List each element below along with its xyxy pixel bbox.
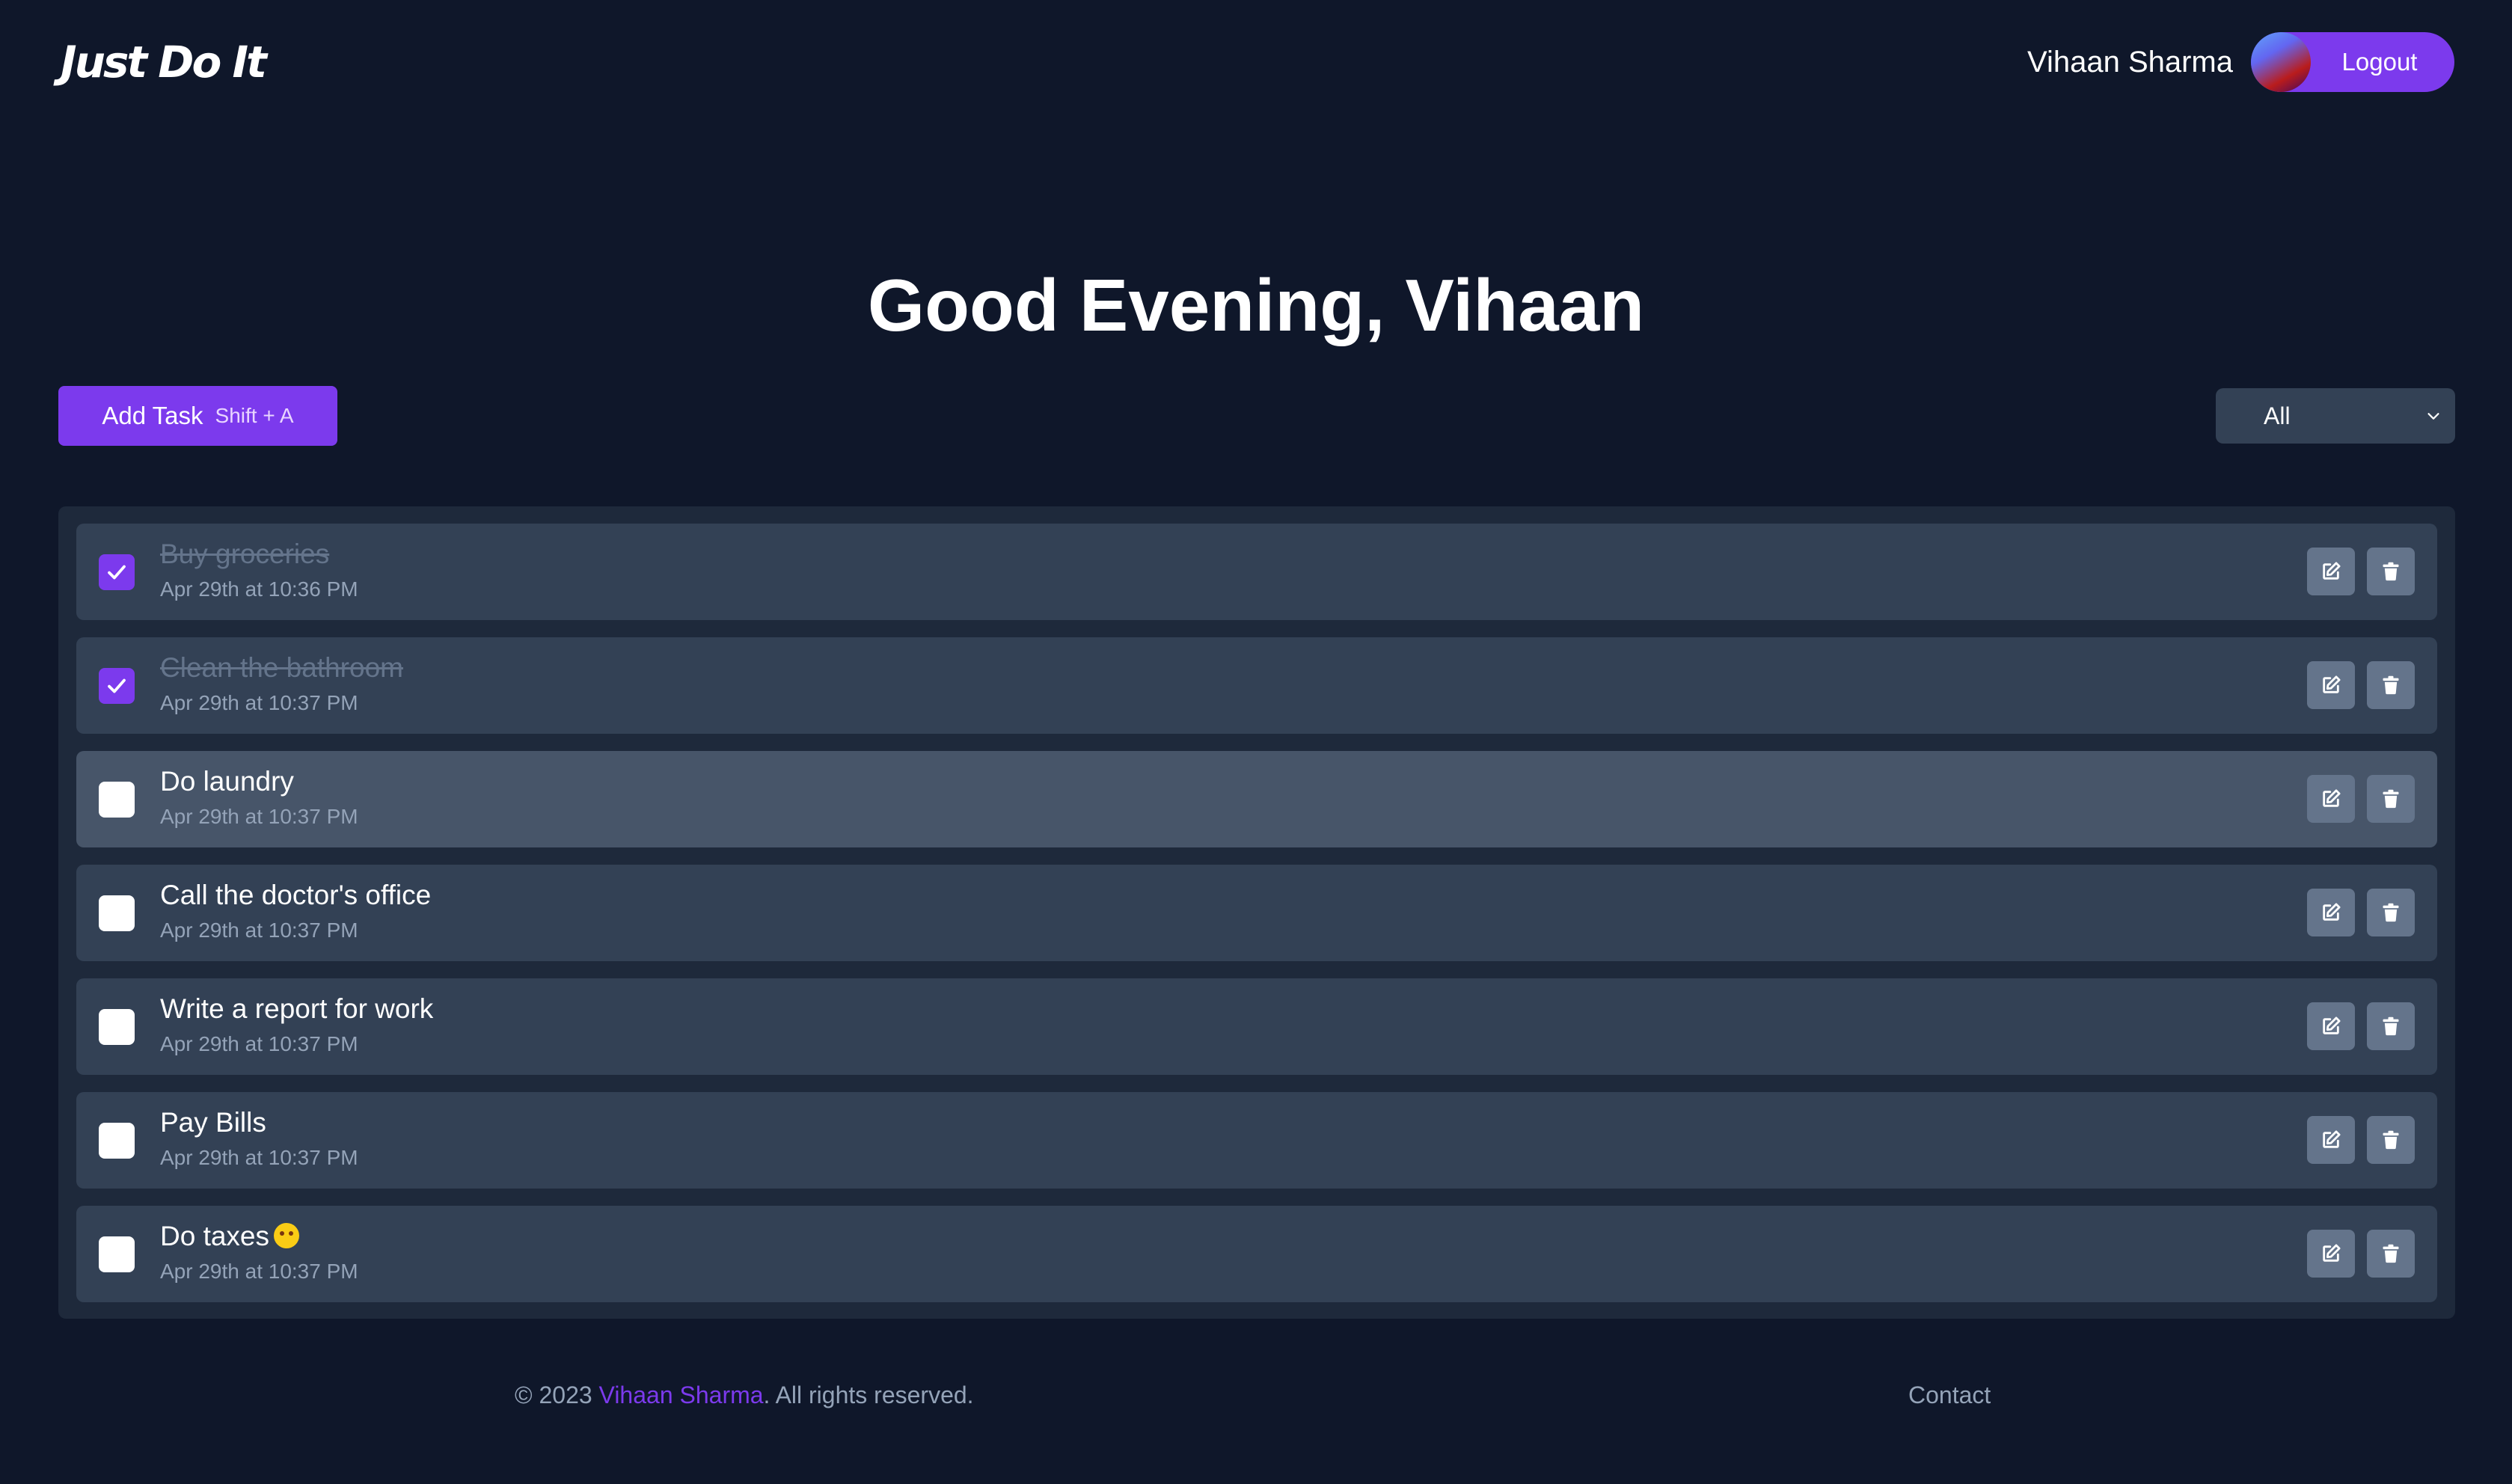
- task-title: Pay Bills: [160, 1107, 266, 1138]
- edit-icon: [2323, 1130, 2341, 1148]
- task-item[interactable]: Pay Bills Apr 29th at 10:37 PM: [76, 1092, 2437, 1189]
- edit-button[interactable]: [2307, 1116, 2355, 1164]
- delete-button[interactable]: [2367, 775, 2415, 823]
- task-checkbox[interactable]: [99, 782, 135, 818]
- page-title: Good Evening, Vihaan: [867, 264, 1645, 346]
- tired-face-emoji-icon: [274, 1223, 300, 1248]
- trash-icon: [2383, 789, 2399, 809]
- footer-copyright: © 2023 Vihaan Sharma. All rights reserve…: [515, 1382, 974, 1409]
- task-item[interactable]: Call the doctor's office Apr 29th at 10:…: [76, 865, 2437, 961]
- contact-link[interactable]: Contact: [1908, 1382, 1991, 1409]
- add-task-shortcut: Shift + A: [215, 404, 294, 427]
- task-checkbox[interactable]: [99, 1009, 135, 1045]
- task-title: Do laundry: [160, 766, 294, 797]
- avatar: [2251, 32, 2311, 92]
- edit-button[interactable]: [2307, 889, 2355, 936]
- checkmark-icon: [108, 565, 126, 580]
- task-actions: [2295, 1002, 2415, 1050]
- logout-label: Logout: [2341, 48, 2418, 76]
- task-title: Buy groceries: [160, 539, 330, 569]
- trash-icon: [2383, 1130, 2399, 1150]
- delete-button[interactable]: [2367, 1230, 2415, 1278]
- task-actions: [2295, 1230, 2415, 1278]
- trash-icon: [2383, 903, 2399, 922]
- task-item[interactable]: Write a report for work Apr 29th at 10:3…: [76, 978, 2437, 1075]
- task-actions: [2295, 775, 2415, 823]
- edit-button[interactable]: [2307, 775, 2355, 823]
- task-actions: [2295, 548, 2415, 595]
- author-link[interactable]: Vihaan Sharma: [599, 1382, 764, 1408]
- filter-value: All: [2264, 402, 2291, 429]
- logout-button[interactable]: Logout: [2251, 32, 2454, 92]
- task-actions: [2295, 889, 2415, 936]
- task-title: Clean the bathroom: [160, 652, 403, 683]
- delete-button[interactable]: [2367, 661, 2415, 709]
- app-logo[interactable]: Just Do It: [61, 37, 267, 88]
- task-date: Apr 29th at 10:37 PM: [160, 919, 358, 942]
- edit-icon: [2323, 1017, 2341, 1034]
- task-date: Apr 29th at 10:37 PM: [160, 1032, 358, 1055]
- trash-icon: [2383, 562, 2399, 581]
- task-checkbox[interactable]: [99, 554, 135, 590]
- edit-icon: [2323, 903, 2341, 921]
- app-page: Just Do It Vihaan Sharma Logout Good Eve…: [0, 0, 2512, 1484]
- trash-icon: [2383, 675, 2399, 695]
- task-item[interactable]: Do laundry Apr 29th at 10:37 PM: [76, 751, 2437, 847]
- edit-button[interactable]: [2307, 661, 2355, 709]
- delete-button[interactable]: [2367, 1116, 2415, 1164]
- user-area: Vihaan Sharma Logout: [2027, 32, 2454, 92]
- task-date: Apr 29th at 10:37 PM: [160, 1260, 358, 1283]
- task-actions: [2295, 661, 2415, 709]
- task-checkbox[interactable]: [99, 895, 135, 931]
- task-checkbox[interactable]: [99, 1236, 135, 1272]
- trash-icon: [2383, 1244, 2399, 1263]
- filter-select[interactable]: All: [2216, 388, 2455, 444]
- task-checkbox[interactable]: [99, 1123, 135, 1159]
- task-item[interactable]: Buy groceries Apr 29th at 10:36 PM: [76, 524, 2437, 620]
- task-list: Buy groceries Apr 29th at 10:36 PM Clean…: [58, 506, 2455, 1319]
- task-date: Apr 29th at 10:37 PM: [160, 691, 358, 714]
- copyright-suffix: . All rights reserved.: [763, 1382, 974, 1408]
- edit-button[interactable]: [2307, 548, 2355, 595]
- edit-icon: [2323, 675, 2341, 693]
- user-name: Vihaan Sharma: [2027, 45, 2233, 79]
- edit-icon: [2323, 562, 2341, 580]
- task-title: Write a report for work: [160, 993, 434, 1024]
- task-title: Call the doctor's office: [160, 880, 432, 910]
- task-checkbox[interactable]: [99, 668, 135, 704]
- edit-button[interactable]: [2307, 1002, 2355, 1050]
- task-date: Apr 29th at 10:37 PM: [160, 1146, 358, 1169]
- edit-icon: [2323, 1244, 2341, 1262]
- delete-button[interactable]: [2367, 1002, 2415, 1050]
- top-header: Just Do It Vihaan Sharma Logout: [0, 0, 2512, 124]
- checkmark-icon: [108, 678, 126, 693]
- chevron-down-icon: [2427, 413, 2439, 420]
- task-date: Apr 29th at 10:37 PM: [160, 805, 358, 828]
- trash-icon: [2383, 1017, 2399, 1036]
- task-item[interactable]: Clean the bathroom Apr 29th at 10:37 PM: [76, 637, 2437, 734]
- task-actions: [2295, 1116, 2415, 1164]
- edit-button[interactable]: [2307, 1230, 2355, 1278]
- task-title-wrap: Do taxes: [160, 1221, 300, 1252]
- delete-button[interactable]: [2367, 548, 2415, 595]
- task-date: Apr 29th at 10:36 PM: [160, 577, 358, 601]
- edit-icon: [2323, 789, 2341, 807]
- task-title: Do taxes: [160, 1221, 270, 1251]
- add-task-label: Add Task: [102, 402, 203, 429]
- delete-button[interactable]: [2367, 889, 2415, 936]
- task-item[interactable]: Do taxes Apr 29th at 10:37 PM: [76, 1206, 2437, 1302]
- add-task-button[interactable]: Add Task Shift + A: [58, 386, 337, 446]
- copyright-prefix: © 2023: [515, 1382, 592, 1408]
